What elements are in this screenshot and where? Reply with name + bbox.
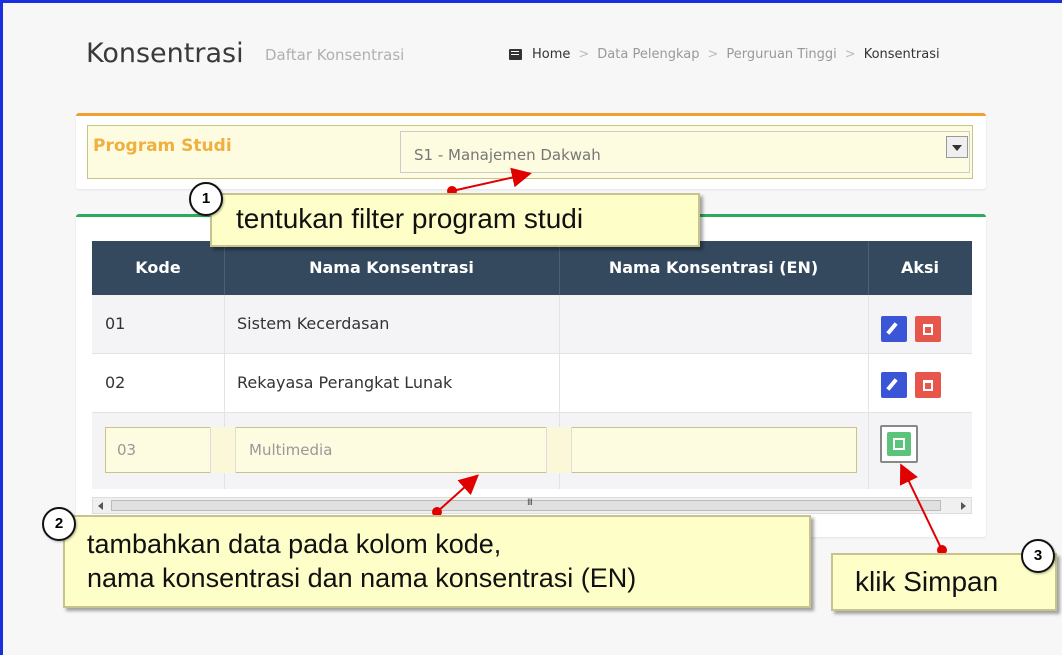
arrow-step2: [436, 474, 479, 513]
callout-step2: tambahkan data pada kolom kode, nama kon…: [63, 515, 811, 608]
callout-step1: tentukan filter program studi: [210, 193, 700, 247]
callout-step1-text: tentukan filter program studi: [236, 203, 584, 234]
callout-step2-line2: nama konsentrasi dan nama konsentrasi (E…: [87, 563, 637, 593]
callout-step2-line1: tambahkan data pada kolom kode,: [87, 529, 502, 559]
arrow-step1: [451, 167, 532, 192]
arrow-step3: [899, 463, 943, 551]
step-number-3: 3: [1021, 539, 1055, 573]
step-number-1: 1: [189, 182, 223, 216]
step-number-2: 2: [42, 507, 76, 541]
callout-step3-text: klik Simpan: [855, 566, 999, 597]
